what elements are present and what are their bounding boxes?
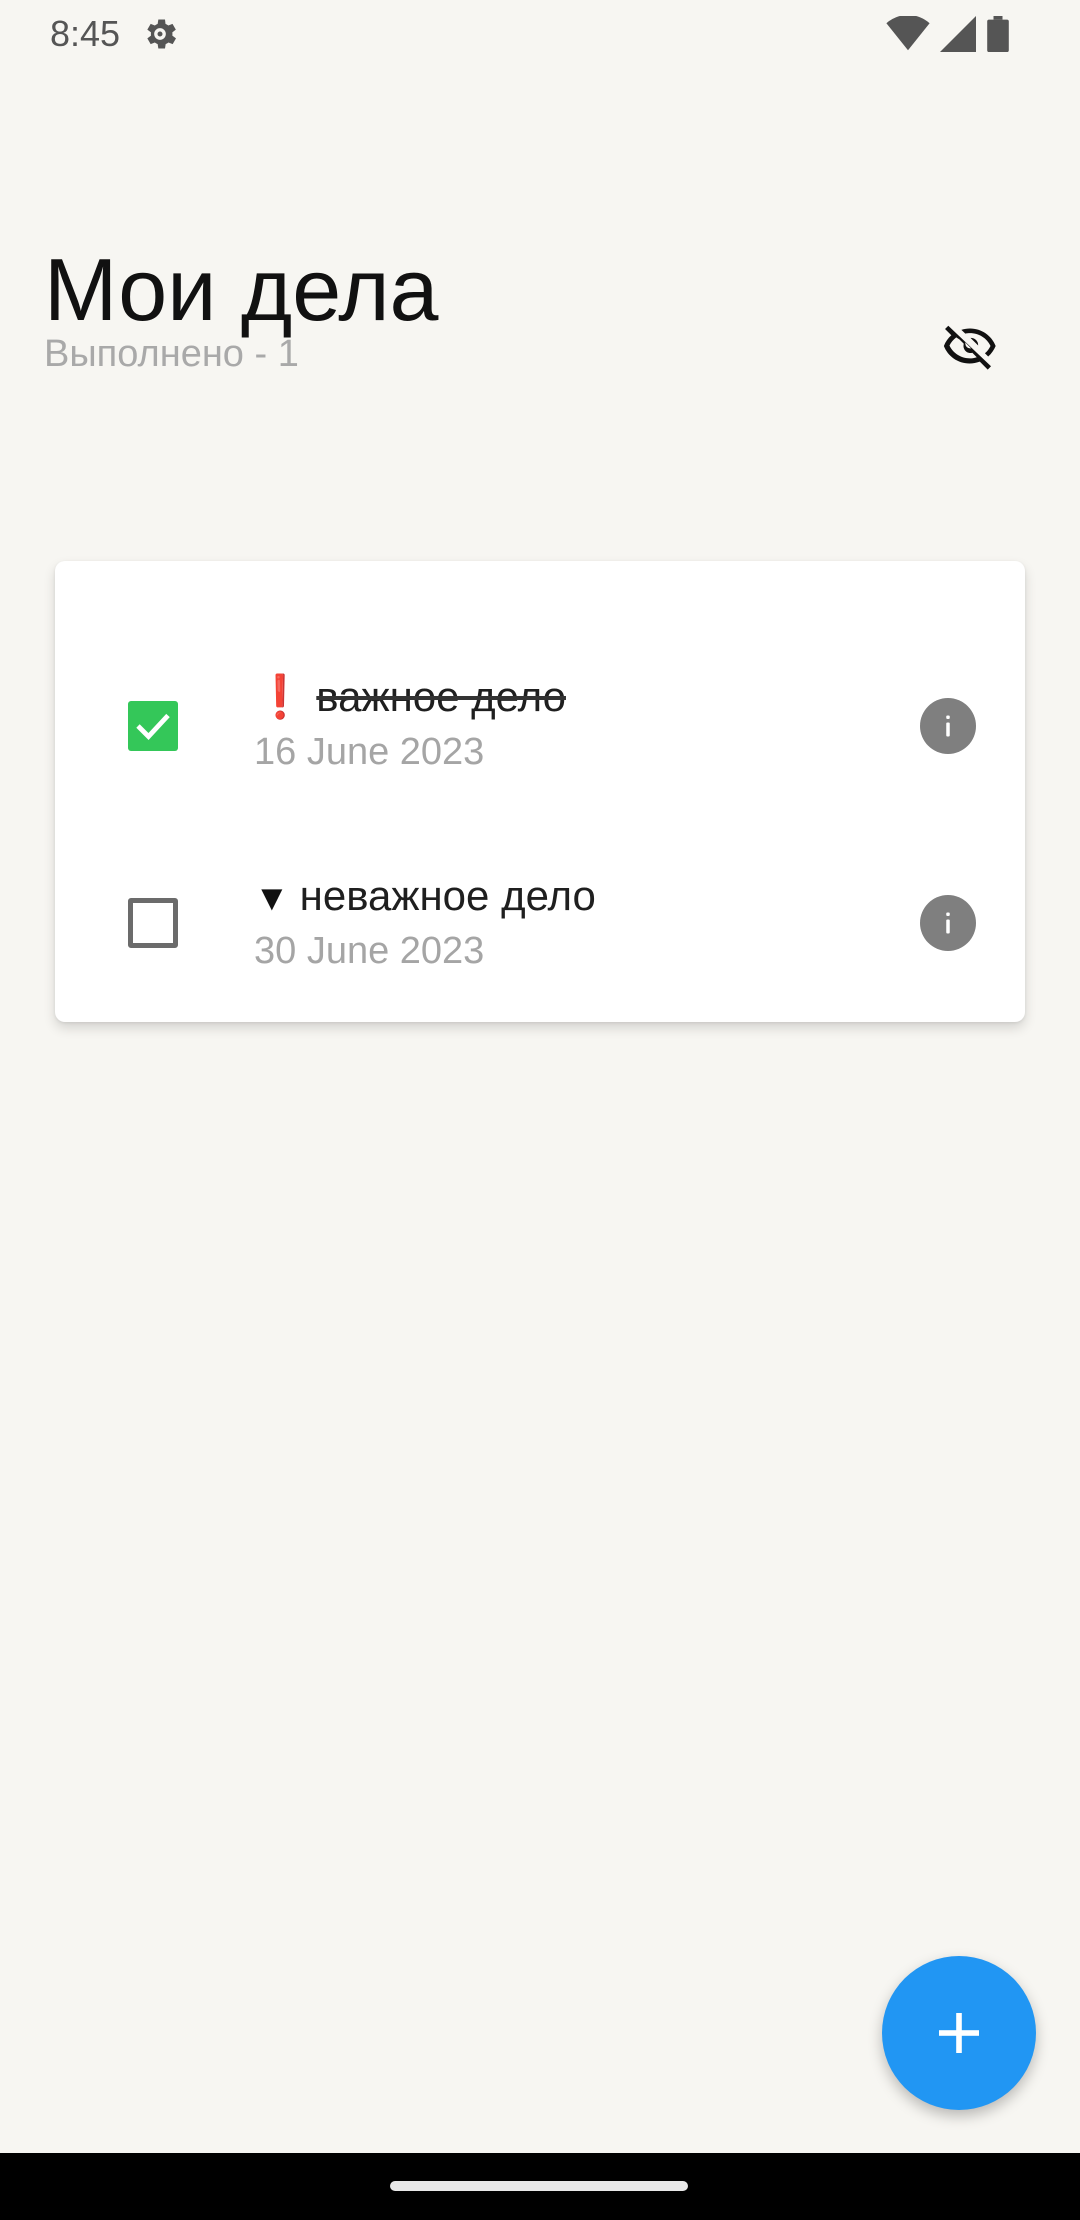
page-title: Мои дела (44, 240, 439, 339)
status-icons (886, 14, 1010, 54)
home-gesture-handle[interactable] (390, 2181, 688, 2191)
task-title: ❗ важное дело (254, 671, 566, 723)
task-row[interactable]: ❗ важное дело 16 June 2023 (0, 661, 976, 791)
status-bar: 8:45 (0, 0, 1080, 66)
task-done-checkbox[interactable] (128, 898, 178, 948)
info-icon (946, 912, 950, 934)
system-navigation-bar (0, 2153, 1080, 2220)
task-info-button[interactable] (920, 895, 976, 951)
settings-icon (147, 19, 176, 49)
app-screen: 8:45 Мои дела Выполнено - 1 ❗ важное дел… (0, 0, 1080, 2220)
cell-signal-icon (940, 16, 976, 52)
task-title-text: важное дело (316, 673, 566, 720)
task-date: 30 June 2023 (254, 930, 485, 972)
add-task-button[interactable] (882, 1956, 1036, 2110)
plus-icon (939, 2013, 979, 2053)
info-icon (946, 715, 950, 737)
task-info-button[interactable] (920, 698, 976, 754)
checkmark-icon (136, 713, 170, 740)
task-row[interactable]: ▼ неважное дело 30 June 2023 (0, 858, 976, 988)
task-date: 16 June 2023 (254, 731, 485, 773)
status-time: 8:45 (50, 13, 121, 54)
battery-icon (987, 16, 1009, 52)
visibility-off-icon (943, 325, 996, 370)
done-counter: Выполнено - 1 (44, 333, 299, 375)
task-done-checkbox[interactable] (128, 701, 178, 751)
task-title: ▼ неважное дело (254, 870, 596, 924)
task-title-text: неважное дело (299, 872, 596, 919)
hide-done-toggle-button[interactable] (936, 316, 1004, 376)
priority-high-icon: ❗ (254, 673, 307, 720)
wifi-icon (886, 16, 930, 51)
priority-low-icon: ▼ (254, 877, 290, 918)
